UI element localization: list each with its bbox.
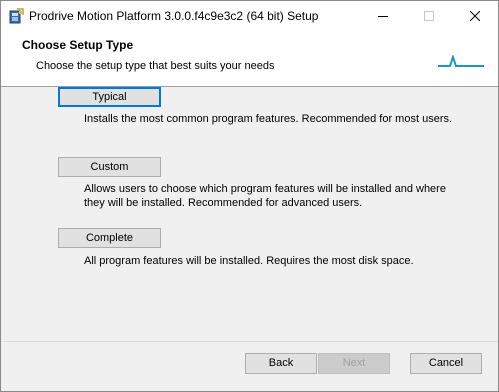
next-button: Next: [318, 353, 390, 374]
complete-description: All program features will be installed. …: [84, 255, 414, 267]
complete-button[interactable]: Complete: [58, 228, 161, 248]
prodrive-logo-icon: [438, 53, 484, 69]
cancel-button[interactable]: Cancel: [410, 353, 482, 374]
page-title: Choose Setup Type: [22, 38, 134, 52]
window-title: Prodrive Motion Platform 3.0.0.f4c9e3c2 …: [29, 9, 319, 23]
setup-window: Prodrive Motion Platform 3.0.0.f4c9e3c2 …: [0, 0, 499, 392]
typical-description: Installs the most common program feature…: [84, 113, 453, 125]
custom-button[interactable]: Custom: [58, 157, 161, 177]
installer-icon: [8, 8, 24, 24]
close-icon: [470, 11, 480, 21]
maximize-button: [406, 1, 452, 31]
close-button[interactable]: [452, 1, 498, 31]
custom-description: Allows users to choose which program fea…: [84, 183, 446, 209]
typical-button[interactable]: Typical: [58, 87, 161, 107]
minimize-button[interactable]: [360, 1, 406, 31]
title-bar[interactable]: Prodrive Motion Platform 3.0.0.f4c9e3c2 …: [1, 1, 498, 31]
back-button[interactable]: Back: [245, 353, 317, 374]
header-banner: Choose Setup Type Choose the setup type …: [1, 31, 498, 87]
footer-divider: [1, 341, 498, 342]
page-subtitle: Choose the setup type that best suits yo…: [36, 60, 275, 72]
